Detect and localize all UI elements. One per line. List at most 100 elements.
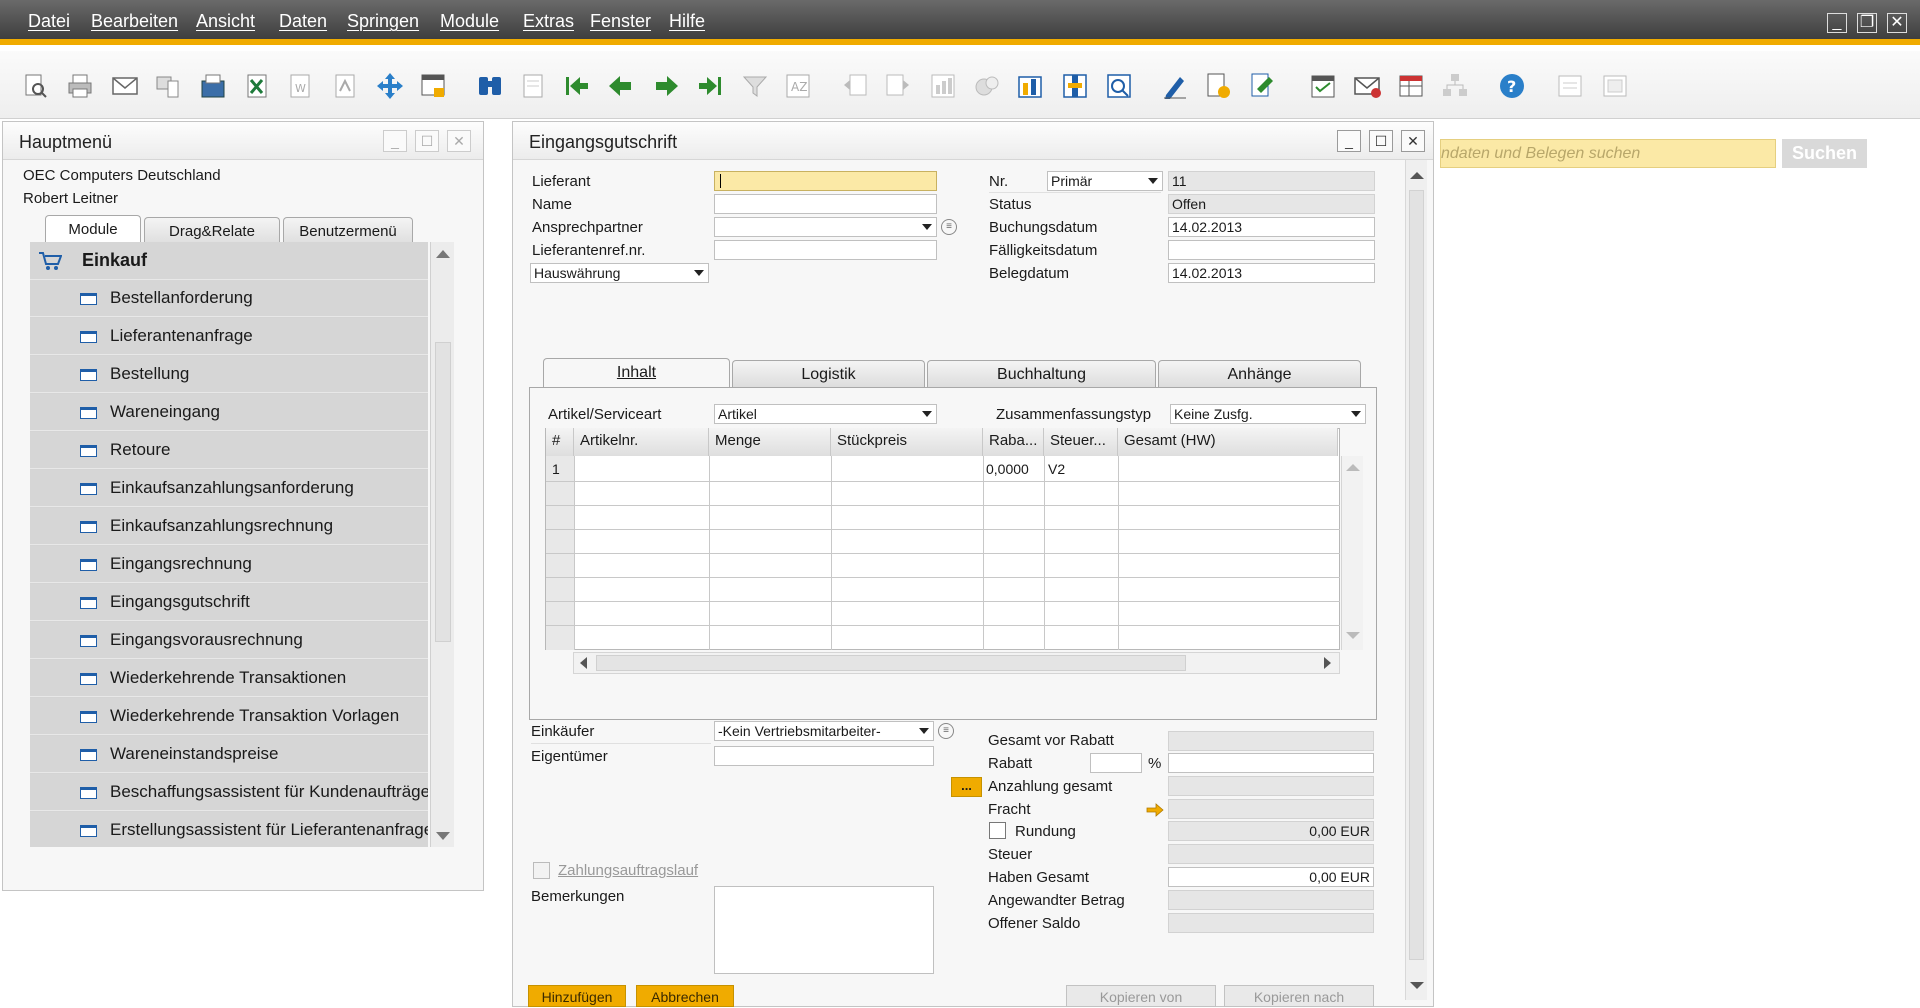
scroll-right-icon[interactable] [1324, 657, 1331, 669]
rundung-checkbox[interactable] [989, 822, 1006, 839]
menu-bearbeiten[interactable]: Bearbeiten [91, 11, 178, 32]
form-maximize-icon[interactable]: ☐ [1369, 130, 1393, 152]
app-restore-icon[interactable]: ❐ [1857, 13, 1877, 33]
module-item[interactable]: Beschaffungsassistent für Kundenaufträge [30, 774, 428, 811]
category-einkauf[interactable]: Einkauf [30, 242, 428, 280]
tab-buchhaltung[interactable]: Buchhaltung [927, 360, 1156, 388]
pdf-icon[interactable] [330, 71, 360, 101]
scroll-thumb[interactable] [1409, 190, 1424, 960]
summary-type-select[interactable]: Keine Zusfg. [1170, 404, 1366, 424]
find-icon[interactable] [475, 71, 505, 101]
module-item[interactable]: Bestellung [30, 356, 428, 393]
module-item[interactable]: Eingangsvorausrechnung [30, 622, 428, 659]
table-horizontal-scrollbar[interactable] [573, 652, 1340, 674]
list-details-icon[interactable]: ≡ [941, 219, 957, 235]
org-chart-icon[interactable] [1440, 71, 1470, 101]
sms-icon[interactable] [153, 71, 183, 101]
copy-from-button[interactable]: Kopieren von [1066, 985, 1216, 1007]
copy-to-button[interactable]: Kopieren nach [1224, 985, 1374, 1007]
menu-springen[interactable]: Springen [347, 11, 419, 32]
base-document-icon[interactable] [840, 71, 870, 101]
anzahlung-field[interactable] [1168, 776, 1374, 796]
fracht-field[interactable] [1168, 799, 1374, 819]
rundung-field[interactable]: 0,00 EUR [1168, 821, 1374, 841]
gesamt-vor-rabatt-field[interactable] [1168, 731, 1374, 751]
last-record-icon[interactable] [695, 71, 725, 101]
scroll-down-icon[interactable] [436, 832, 450, 840]
menu-fenster[interactable]: Fenster [590, 11, 651, 32]
module-item[interactable]: Wiederkehrende Transaktion Vorlagen [30, 698, 428, 735]
lock-icon[interactable] [418, 71, 448, 101]
menu-extras[interactable]: Extras [523, 11, 574, 32]
name-input[interactable] [714, 194, 937, 214]
layout-icon[interactable] [1600, 71, 1630, 101]
menu-module[interactable]: Module [440, 11, 499, 32]
first-record-icon[interactable] [562, 71, 592, 101]
cancel-button[interactable]: Abbrechen [636, 985, 734, 1007]
calendar-icon[interactable] [1308, 71, 1338, 101]
tab-logistik[interactable]: Logistik [732, 360, 925, 388]
currency-select[interactable]: Hauswährung [530, 263, 709, 283]
scroll-up-icon[interactable] [436, 250, 450, 258]
email-icon[interactable] [110, 71, 140, 101]
excel-icon[interactable] [242, 71, 272, 101]
next-record-icon[interactable] [652, 71, 682, 101]
lieferant-input[interactable] [714, 171, 937, 191]
anzahlung-details-button[interactable]: ... [951, 777, 982, 797]
scroll-thumb[interactable] [435, 342, 451, 642]
new-document-icon[interactable] [1203, 71, 1233, 101]
rabatt-percent-input[interactable] [1090, 753, 1142, 773]
tab-anhaenge[interactable]: Anhänge [1158, 360, 1361, 388]
buchungsdatum-input[interactable]: 14.02.2013 [1168, 217, 1375, 237]
previous-record-icon[interactable] [605, 71, 635, 101]
print-layout-icon[interactable] [972, 71, 1002, 101]
col-header-artikelnr[interactable]: Artikelnr. [574, 428, 709, 456]
scroll-thumb[interactable] [596, 655, 1186, 671]
status-field[interactable]: Offen [1168, 194, 1375, 214]
document-drafts-icon[interactable] [1060, 71, 1090, 101]
main-menu-minimize-icon[interactable]: _ [383, 130, 407, 152]
main-menu-close-icon[interactable]: ✕ [447, 130, 471, 152]
menu-daten[interactable]: Daten [279, 11, 327, 32]
rabatt-amount-input[interactable] [1168, 753, 1374, 773]
tab-module[interactable]: Module [45, 215, 141, 244]
module-item[interactable]: Eingangsgutschrift [30, 584, 428, 621]
approve-icon[interactable] [1247, 71, 1277, 101]
scroll-down-icon[interactable] [1346, 632, 1360, 639]
messages-icon[interactable] [1352, 71, 1382, 101]
module-item[interactable]: Wareneingang [30, 394, 428, 431]
col-header-menge[interactable]: Menge [709, 428, 831, 456]
col-header-rabatt[interactable]: Raba... [983, 428, 1044, 456]
search-input[interactable]: ndaten und Belegen suchen [1440, 139, 1776, 168]
module-item[interactable]: Lieferantenanfrage [30, 318, 428, 355]
table-vertical-scrollbar[interactable] [1341, 456, 1363, 650]
help-icon[interactable]: ? [1497, 71, 1527, 101]
scroll-down-icon[interactable] [1410, 982, 1424, 989]
add-button[interactable]: Hinzufügen [528, 985, 626, 1007]
pivot-icon[interactable] [1396, 71, 1426, 101]
faelligkeitsdatum-input[interactable] [1168, 240, 1375, 260]
scroll-left-icon[interactable] [580, 657, 587, 669]
app-close-icon[interactable]: ✕ [1887, 13, 1907, 33]
steuer-field[interactable] [1168, 844, 1374, 864]
module-item[interactable]: Einkaufsanzahlungsanforderung [30, 470, 428, 507]
query-icon[interactable] [1104, 71, 1134, 101]
word-icon[interactable]: W [285, 71, 315, 101]
add-icon[interactable] [518, 71, 548, 101]
col-header-steuer[interactable]: Steuer... [1044, 428, 1118, 456]
table-row[interactable]: 1 0,0000 V2 [546, 457, 1340, 481]
tab-benutzermenu[interactable]: Benutzermenü [283, 217, 413, 244]
doc-number-field[interactable]: 11 [1168, 171, 1375, 191]
module-item[interactable]: Eingangsrechnung [30, 546, 428, 583]
fax-icon[interactable] [198, 71, 228, 101]
module-item[interactable]: Retoure [30, 432, 428, 469]
scroll-up-icon[interactable] [1346, 464, 1360, 471]
scroll-up-icon[interactable] [1410, 172, 1424, 179]
search-button[interactable]: Suchen [1782, 139, 1867, 168]
preview-icon[interactable] [20, 71, 50, 101]
tab-drag-relate[interactable]: Drag&Relate [144, 217, 280, 244]
print-icon[interactable] [65, 71, 95, 101]
tab-inhalt[interactable]: Inhalt [543, 358, 730, 388]
menu-datei[interactable]: Datei [28, 11, 70, 32]
eigentuemer-input[interactable] [714, 746, 934, 766]
